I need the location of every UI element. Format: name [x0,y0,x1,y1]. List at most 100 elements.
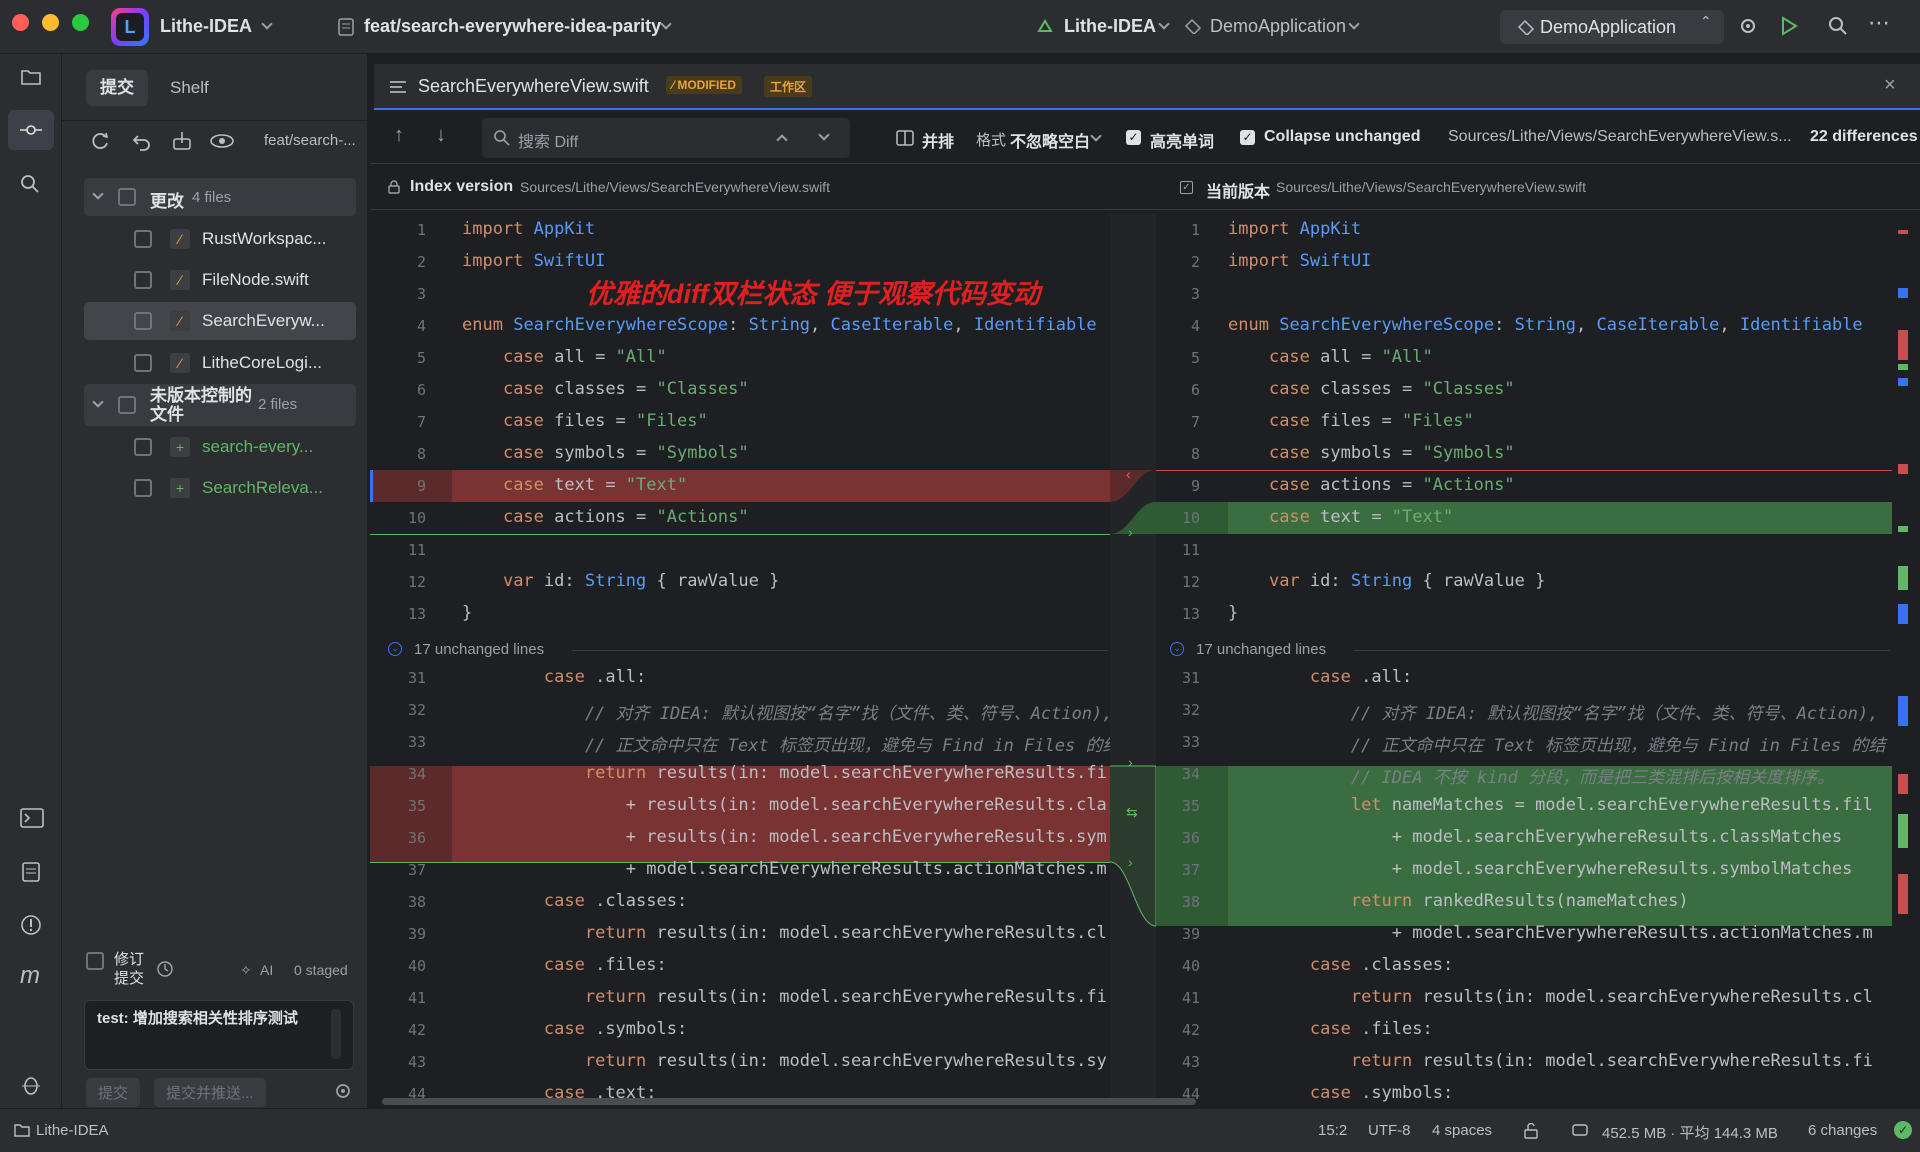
ai-sparkle-icon[interactable]: ✧ [240,962,252,979]
history-clock-icon[interactable] [156,960,174,978]
rollback-icon[interactable] [132,131,152,151]
prev-diff-arrow-icon[interactable]: ↑ [394,124,404,147]
unchanged-lines-left[interactable]: ⌄ 17 unchanged lines [376,634,1110,666]
search-icon[interactable] [1828,16,1848,36]
unversioned-checkbox[interactable] [118,396,136,414]
ai-label[interactable]: AI [260,962,273,978]
line-number: 41 [1181,989,1200,1007]
editor-tab[interactable]: SearchEverywhereView.swift ⁄ MODIFIED 工作… [374,64,1920,110]
tab-commit[interactable]: 提交 [86,70,148,106]
structure-icon[interactable] [22,862,40,882]
indent-setting[interactable]: 4 spaces [1432,1122,1492,1139]
line-number: 39 [407,925,426,943]
close-tab-icon[interactable]: × [1884,74,1896,97]
changes-checkbox[interactable] [118,188,136,206]
message-scrollbar[interactable] [331,1009,341,1059]
vcs-project[interactable]: Lithe-IDEA [1064,16,1156,37]
refresh-icon[interactable] [90,131,110,151]
file-checkbox[interactable] [134,312,152,330]
status-ok-icon[interactable]: ✓ [1894,1121,1912,1139]
code-line: return results(in: model.searchEverywher… [584,763,1107,783]
revert-arrow-icon[interactable]: ‹ [1126,466,1131,482]
swap-arrows-icon[interactable]: ⇆ [1126,804,1138,821]
problems-icon[interactable] [20,914,42,936]
side-by-side-icon [896,130,914,146]
code-row: 32 // 对齐 IDEA: 默认视图按“名字”找（文件、类、符号、Action… [370,694,1110,726]
code-line: // IDEA 不按 kind 分段，而是把三类混排后按相关度排序。 [1228,768,1835,788]
shelve-icon[interactable] [172,131,192,151]
divider [62,120,368,121]
bug-icon[interactable] [20,1074,42,1096]
file-checkbox[interactable] [134,271,152,289]
change-markers-stripe[interactable] [1896,214,1910,1104]
code-line: var id: String { rawValue } [1268,571,1546,591]
eye-icon[interactable] [210,133,234,149]
run-icon[interactable] [1780,16,1798,36]
status-project[interactable]: Lithe-IDEA [36,1122,109,1139]
commit-tool-button[interactable] [8,110,54,150]
commit-options-gear-icon[interactable] [334,1082,352,1100]
memory-usage[interactable]: 452.5 MB · 平均 144.3 MB [1602,1122,1778,1143]
unchanged-lines-right[interactable]: ⌄ 17 unchanged lines [1156,634,1892,666]
more-icon[interactable]: ⋯ [1868,10,1890,36]
line-number: 3 [416,285,426,303]
project-folder-icon[interactable] [20,68,42,86]
search-next-icon[interactable] [818,129,830,141]
code-line: case actions = "Actions" [1268,475,1515,495]
expand-chevron-icon[interactable]: ⌄ [1170,642,1184,656]
differences-count: 22 differences [1810,128,1918,145]
file-checkbox[interactable] [134,438,152,456]
code-row: 37 + model.searchEverywhereResults.actio… [370,854,1110,886]
file-item[interactable]: SearchEveryw... [202,311,325,331]
file-encoding[interactable]: UTF-8 [1368,1122,1411,1139]
amend-checkbox[interactable] [86,952,104,970]
minimize-window-button[interactable] [42,14,59,31]
code-row: 3 [1156,278,1892,310]
markdown-icon[interactable]: m [20,962,40,990]
file-item[interactable]: LitheCoreLogi... [202,353,322,373]
run-configuration-selector[interactable]: DemoApplication ⌃ [1500,10,1724,44]
zoom-window-button[interactable] [72,14,89,31]
tab-shelf[interactable]: Shelf [156,70,223,106]
lock-icon [388,180,400,194]
code-row: 40 case .classes: [1156,950,1892,982]
apply-arrow-icon[interactable]: › [1128,854,1133,870]
file-checkbox[interactable] [134,479,152,497]
line-number: 2 [416,253,426,271]
module-name[interactable]: DemoApplication [1210,16,1346,37]
line-number: 10 [1181,509,1200,527]
file-checkbox[interactable] [134,354,152,372]
unlock-icon[interactable] [1524,1123,1538,1139]
terminal-icon[interactable] [20,808,44,828]
file-item[interactable]: FileNode.swift [202,270,309,290]
close-window-button[interactable] [12,14,29,31]
commit-icon [20,125,42,135]
side-by-side-button[interactable]: 并排 [922,128,954,152]
apply-arrow-icon[interactable]: › [1128,524,1133,540]
chevron-down-icon [261,18,273,30]
unversioned-file-item[interactable]: search-every... [202,437,313,457]
diff-search-input[interactable]: 搜索 Diff [482,118,850,158]
changes-count[interactable]: 6 changes [1808,1122,1877,1139]
project-name[interactable]: Lithe-IDEA [160,16,252,37]
right-pane-checkbox[interactable]: ✓ [1180,181,1193,194]
whitespace-dropdown[interactable]: 不忽略空白 [1010,128,1090,152]
horizontal-scrollbar[interactable] [382,1098,1196,1105]
search-prev-icon[interactable] [776,134,788,146]
unversioned-file-item[interactable]: SearchReleva... [202,478,323,498]
find-icon[interactable] [20,174,40,194]
settings-gear-icon[interactable] [1738,16,1758,36]
file-item[interactable]: RustWorkspac... [202,229,326,249]
code-line: case actions = "Actions" [502,507,749,527]
branch-name[interactable]: feat/search-everywhere-idea-parity [364,16,661,37]
next-diff-arrow-icon[interactable]: ↓ [436,124,446,147]
commit-message-field[interactable]: test: 增加搜索相关性排序测试 [84,1000,354,1070]
file-checkbox[interactable] [134,230,152,248]
commit-button[interactable]: 提交 [86,1078,141,1107]
apply-arrow-icon[interactable]: › [1128,754,1133,770]
collapse-unchanged-checkbox[interactable]: ✓ [1240,130,1255,145]
cursor-position[interactable]: 15:2 [1318,1122,1347,1139]
commit-and-push-button[interactable]: 提交并推送... [154,1078,266,1107]
highlight-words-checkbox[interactable]: ✓ [1126,130,1141,145]
expand-chevron-icon[interactable]: ⌄ [388,642,402,656]
